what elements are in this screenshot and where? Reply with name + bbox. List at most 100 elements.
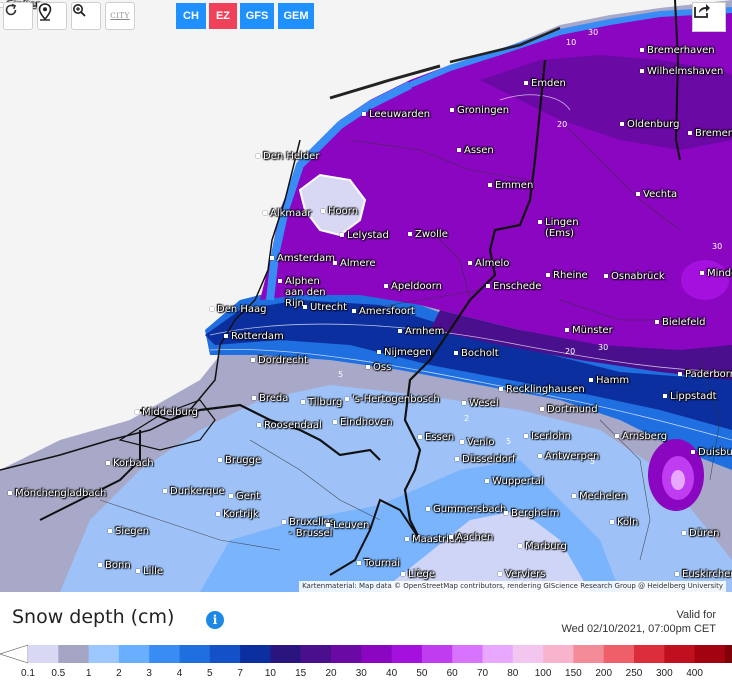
location-button[interactable]	[37, 2, 67, 30]
city-name: 's-Hertogenbosch	[352, 394, 440, 405]
city-name: Bonn	[105, 560, 131, 571]
city-label: Alkmaar	[263, 208, 312, 219]
city-name: Wilhelmshaven	[647, 66, 724, 77]
city-marker	[340, 233, 344, 237]
valid-label: Valid for	[676, 609, 716, 621]
city-name: Arnsberg	[622, 431, 668, 442]
city-label: Dunkerque	[163, 486, 225, 497]
city-marker	[700, 271, 704, 275]
city-name: Mechelen	[579, 491, 628, 502]
legend-swatch	[482, 645, 514, 663]
model-button-ez[interactable]: EZ	[209, 3, 237, 29]
city-marker	[682, 531, 686, 535]
city-label: Amersfoort	[352, 306, 415, 317]
legend-tick-label: 7	[237, 668, 243, 679]
city-label: Arnhem	[398, 326, 444, 337]
city-label: Leeuwarden	[362, 109, 430, 120]
legend-tick-label: 20	[325, 668, 337, 679]
city-label: Bremen	[688, 128, 732, 139]
legend-swatch	[361, 645, 393, 663]
city-marker	[688, 131, 692, 135]
map-title: Snow depth (cm)	[12, 606, 175, 628]
city-name: Roosendaal	[264, 420, 322, 431]
city-toggle-button[interactable]: CITY	[105, 2, 135, 30]
refresh-button[interactable]	[3, 2, 33, 30]
city-label: Gummersbach	[426, 504, 506, 515]
city-name: Minden	[707, 268, 732, 279]
city-marker	[485, 479, 489, 483]
city-marker	[486, 284, 490, 288]
city-label: Bonn	[98, 560, 131, 571]
legend-tick-label: 4	[176, 668, 183, 679]
city-name: Siegen	[115, 526, 150, 537]
model-button-gem[interactable]: GEM	[278, 3, 314, 29]
city-name: Dordrecht	[258, 355, 308, 366]
city-label: Lelystad	[340, 230, 389, 241]
snow-depth-map[interactable]: Bremerhaven Wilhelmshaven Bremen Emden Groni…	[0, 0, 732, 592]
city-marker	[572, 494, 576, 498]
city-name: Eindhoven	[340, 417, 393, 428]
city-name: Duisburg	[698, 447, 732, 458]
city-name: Utrecht	[310, 302, 348, 313]
contour-value: 5	[506, 437, 512, 446]
city-label: CITY	[110, 12, 130, 20]
model-button-ch[interactable]: CH	[176, 3, 206, 29]
city-name: Aachen	[456, 532, 494, 543]
city-marker	[455, 457, 459, 461]
city-name: Rheine	[553, 270, 588, 281]
legend-tick-label: 250	[625, 668, 643, 679]
city-label: Tournai	[357, 558, 400, 569]
city-name: Euskirchen	[682, 569, 732, 580]
city-marker	[377, 350, 381, 354]
city-marker	[362, 112, 366, 116]
model-button-gfs[interactable]: GFS	[240, 3, 274, 29]
share-button[interactable]	[692, 2, 726, 32]
city-label: Nijmegen	[377, 347, 432, 358]
legend-swatch	[634, 645, 665, 663]
legend-swatch	[270, 645, 302, 663]
legend-swatch	[543, 645, 574, 663]
city-marker	[538, 454, 542, 458]
info-icon[interactable]: i	[206, 611, 224, 629]
city-name: Dortmund	[547, 404, 598, 415]
city-name: Bremerhaven	[647, 45, 715, 56]
contour-value: 5	[590, 457, 596, 466]
city-label: Hamm	[589, 375, 629, 386]
legend-tick-label: 2	[116, 668, 122, 679]
city-marker	[540, 407, 544, 411]
city-label: Wuppertal	[485, 476, 544, 487]
city-name: Wesel	[469, 398, 499, 409]
legend-swatch	[149, 645, 180, 663]
legend-tick-label: 15	[295, 668, 307, 679]
city-label: Korbach	[106, 458, 154, 469]
city-label: Verviers	[498, 569, 546, 580]
valid-time-block: Valid for Wed 02/10/2021, 07:00pm CET	[561, 608, 716, 636]
city-name: Vechta	[643, 189, 678, 200]
city-marker	[106, 461, 110, 465]
city-label: Emmen	[488, 180, 533, 191]
city-marker	[450, 108, 454, 112]
city-name: Middelburg	[142, 407, 199, 418]
city-name: Emmen	[495, 180, 534, 191]
city-marker	[462, 401, 466, 405]
city-name: Gent	[236, 491, 261, 502]
city-marker	[401, 572, 405, 576]
city-marker	[216, 512, 220, 516]
legend-swatch	[573, 645, 605, 663]
city-label: Venlo	[460, 437, 494, 448]
city-name: Rotterdam	[231, 331, 284, 342]
city-label: Lippstadt	[663, 391, 717, 402]
legend-tick-label: 30	[355, 668, 367, 679]
city-label: Rheine	[546, 270, 588, 281]
zoom-button[interactable]	[71, 2, 101, 30]
legend-tick-label: 10	[264, 668, 276, 679]
city-marker	[345, 397, 349, 401]
city-name: Kortrijk	[223, 509, 259, 520]
legend-tick-label: 50	[416, 668, 428, 679]
city-marker	[518, 544, 522, 548]
legend-tick-label: 400	[686, 668, 703, 679]
legend-panel: Snow depth (cm) i Valid for Wed 02/10/20…	[0, 592, 732, 683]
city-name: Alkmaar	[270, 208, 312, 219]
contour-value: 20	[557, 120, 568, 129]
city-name: Oldenburg	[627, 119, 680, 130]
